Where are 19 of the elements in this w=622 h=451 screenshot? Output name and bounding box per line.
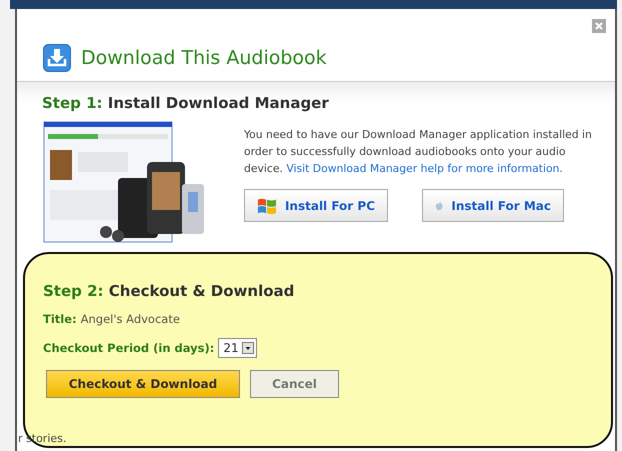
checkout-button[interactable]: Checkout & Download: [46, 370, 240, 398]
step-heading: Checkout & Download: [108, 282, 294, 300]
book-title: Angel's Advocate: [80, 312, 180, 326]
download-icon: [43, 44, 71, 72]
step-heading: Install Download Manager: [108, 94, 329, 112]
windows-flag-icon: [257, 196, 277, 216]
step-label: Step 2:: [43, 282, 104, 300]
dialog-title: Download This Audiobook: [81, 47, 327, 69]
help-link[interactable]: Visit Download Manager help for more information.: [286, 162, 563, 175]
caret-icon: [242, 342, 254, 354]
description-text: You need to have our Download Manager application installed in order to successfully download audiobooks onto your audio device. Visit Download Manager help for more information.: [244, 127, 593, 177]
cancel-button[interactable]: Cancel: [250, 370, 339, 398]
step-label: Step 1:: [42, 94, 103, 112]
close-icon[interactable]: [592, 19, 606, 33]
install-button[interactable]: Install For PC: [244, 189, 388, 222]
period-dropdown[interactable]: 21: [218, 338, 257, 358]
field-label: Title:: [43, 312, 77, 326]
install-button[interactable]: Install For Mac: [422, 189, 564, 222]
field-label: Checkout Period (in days):: [43, 341, 214, 355]
